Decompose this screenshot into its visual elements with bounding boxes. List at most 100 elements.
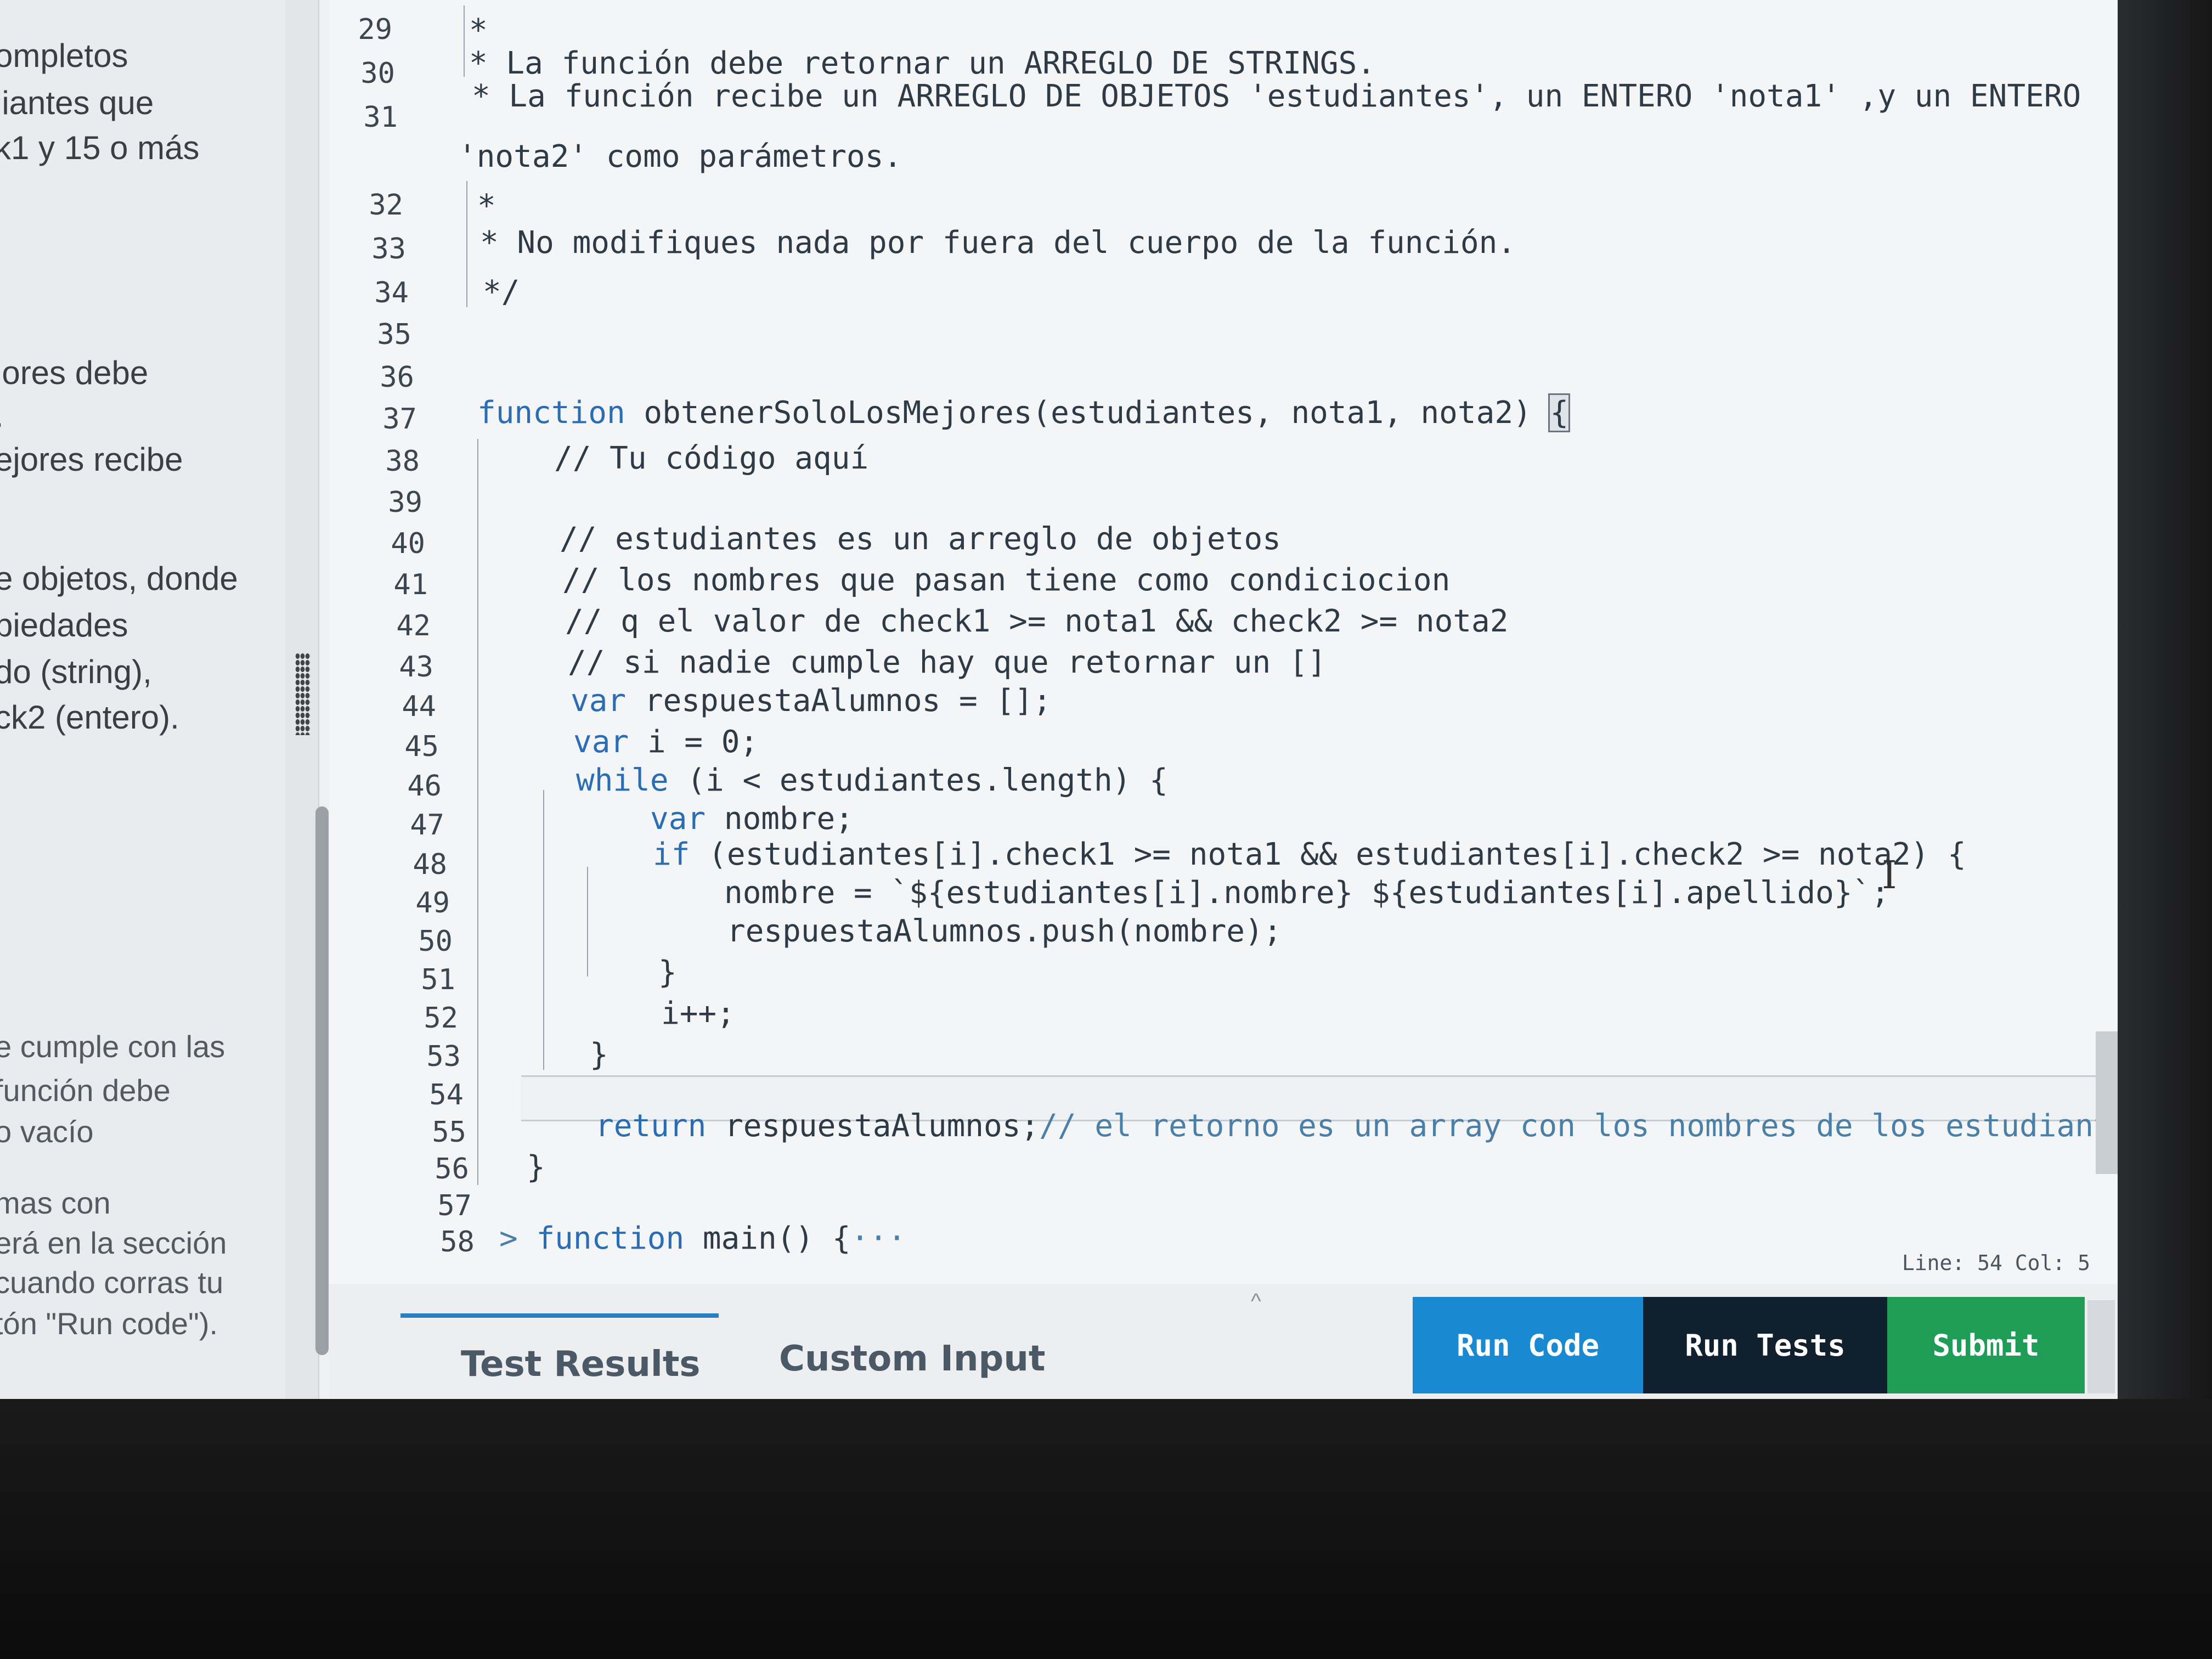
tab-custom-input[interactable]: Custom Input: [779, 1339, 1046, 1379]
instructions-line: erá en la sección: [0, 1226, 227, 1260]
line-number: 48: [413, 848, 447, 881]
code-line-33: * No modifiques nada por fuera del cuerp…: [480, 225, 1516, 261]
bottom-scrollbar[interactable]: [2087, 1300, 2115, 1393]
code-line-56: }: [527, 1149, 545, 1185]
line-number: 35: [377, 318, 411, 351]
line-number: 41: [393, 568, 428, 601]
code-editor[interactable]: 29 30 31 32 33 34 35 36 37 38 39 40 41 4…: [329, 0, 2118, 1284]
line-number: 38: [385, 445, 420, 478]
instructions-line: ejores recibe: [0, 441, 183, 478]
line-number: 43: [399, 651, 433, 684]
line-number: 30: [360, 57, 395, 90]
code-line-51: }: [658, 955, 677, 990]
line-number: 37: [382, 403, 417, 436]
code-line-44: var respuestaAlumnos = [];: [571, 686, 1052, 716]
line-number: 47: [410, 809, 444, 842]
line-number: 33: [371, 233, 406, 266]
keyword-var: var: [571, 683, 627, 719]
code-line-38: // Tu código aquí: [554, 441, 869, 476]
code-text: (estudiantes[i].check1 >= nota1 && estud…: [690, 837, 1966, 872]
screen: ompletos liantes que k1 y 15 o más jores…: [0, 0, 2118, 1399]
line-number: 46: [407, 770, 442, 803]
folded-ellipsis[interactable]: ···: [851, 1221, 906, 1256]
code-line-42: // q el valor de check1 >= nota1 && chec…: [565, 603, 1509, 639]
instructions-line: tón "Run code").: [0, 1306, 218, 1341]
indent-guide: [587, 867, 588, 977]
instructions-line: mas con: [0, 1186, 111, 1220]
code-line-31-wrap: 'nota2' como parámetros.: [458, 139, 902, 174]
code-line-37: function obtenerSoloLosMejores(estudiant…: [477, 393, 1571, 432]
instructions-line: e cumple con las: [0, 1029, 225, 1064]
line-number: 40: [391, 527, 425, 560]
instructions-scrollbar[interactable]: [315, 806, 329, 1355]
code-line-47: var nombre;: [650, 804, 854, 834]
instructions-panel: ompletos liantes que k1 y 15 o más jores…: [0, 0, 285, 1399]
code-line-40: // estudiantes es un arreglo de objetos: [560, 521, 1281, 557]
active-tab-indicator: [400, 1313, 719, 1318]
instructions-line: do (string),: [0, 653, 152, 690]
line-number: 54: [429, 1079, 464, 1111]
monitor-bezel-bottom: [0, 1399, 2212, 1659]
instructions-line: ck2 (entero).: [0, 699, 179, 736]
code-line-32: *: [477, 188, 496, 224]
line-number: 39: [388, 486, 422, 519]
line-number: 44: [402, 690, 436, 723]
instructions-line: o vacío: [0, 1114, 94, 1149]
code-text: respuestaAlumnos;: [706, 1108, 1040, 1144]
line-number: 31: [363, 101, 398, 134]
code-line-48: if (estudiantes[i].check1 >= nota1 && es…: [653, 839, 1966, 870]
code-line-45: var i = 0;: [573, 727, 758, 758]
fold-expand-icon[interactable]: >: [499, 1221, 518, 1256]
code-line-55: return respuestaAlumnos;// el retorno es…: [595, 1111, 2118, 1142]
indent-guide: [466, 181, 467, 307]
line-number: 34: [374, 276, 409, 309]
line-number: 52: [424, 1002, 458, 1035]
keyword-function: function: [536, 1221, 685, 1256]
line-number: 50: [418, 925, 453, 958]
bottom-bar: ^ Test Results Custom Input Run Code Run…: [329, 1284, 2118, 1399]
code-text: respuestaAlumnos = [];: [626, 683, 1052, 719]
line-number: 49: [415, 887, 450, 919]
instructions-line: k1 y 15 o más: [0, 129, 200, 166]
run-tests-button[interactable]: Run Tests: [1643, 1297, 1887, 1393]
code-line-50: respuestaAlumnos.push(nombre);: [727, 913, 1282, 949]
code-line-34: */: [483, 274, 520, 310]
code-text: main() {: [684, 1221, 851, 1256]
code-text: nombre;: [706, 801, 854, 837]
instructions-line: jores debe: [0, 354, 149, 391]
matched-brace: {: [1548, 393, 1571, 432]
tab-test-results[interactable]: Test Results: [461, 1344, 701, 1385]
function-signature: obtenerSoloLosMejores(estudiantes, nota1…: [625, 395, 1550, 431]
monitor-bezel-right: [2118, 0, 2212, 1399]
submit-button[interactable]: Submit: [1887, 1297, 2085, 1393]
instructions-line: e objetos, donde: [0, 560, 238, 597]
instructions-line: piedades: [0, 607, 128, 644]
drag-handle-icon[interactable]: [295, 653, 311, 735]
line-number: 55: [432, 1116, 466, 1149]
line-number: 42: [396, 610, 431, 642]
line-number: 45: [404, 730, 439, 763]
instructions-line: función debe: [0, 1073, 171, 1108]
instructions-line: liantes que: [0, 84, 154, 121]
code-line-31: * La función recibe un ARREGLO DE OBJETO…: [472, 78, 2081, 114]
editor-scrollbar[interactable]: [2096, 1031, 2118, 1174]
caret-up-icon[interactable]: ^: [1251, 1289, 1261, 1314]
line-number: 36: [380, 361, 414, 394]
code-line-49: nombre = `${estudiantes[i].nombre} ${est…: [724, 875, 1890, 911]
keyword-if: if: [653, 837, 690, 872]
code-line-46: while (i < estudiantes.length) {: [576, 765, 1168, 796]
code-line-53: }: [590, 1037, 608, 1073]
line-number: 29: [358, 13, 392, 46]
instructions-line: .: [0, 399, 4, 432]
cursor-position-status: Line: 54 Col: 5: [1901, 1251, 2090, 1275]
panel-splitter[interactable]: [285, 0, 319, 1399]
code-line-30: * La función debe retornar un ARREGLO DE…: [469, 46, 1376, 81]
code-line-52: i++;: [661, 996, 735, 1031]
run-code-button[interactable]: Run Code: [1413, 1297, 1643, 1393]
keyword-function: function: [477, 395, 625, 431]
code-line-29: *: [469, 13, 488, 48]
code-text: (i < estudiantes.length) {: [668, 763, 1168, 798]
keyword-while: while: [576, 763, 669, 798]
keyword-var: var: [650, 801, 706, 837]
line-number: 57: [437, 1189, 472, 1222]
